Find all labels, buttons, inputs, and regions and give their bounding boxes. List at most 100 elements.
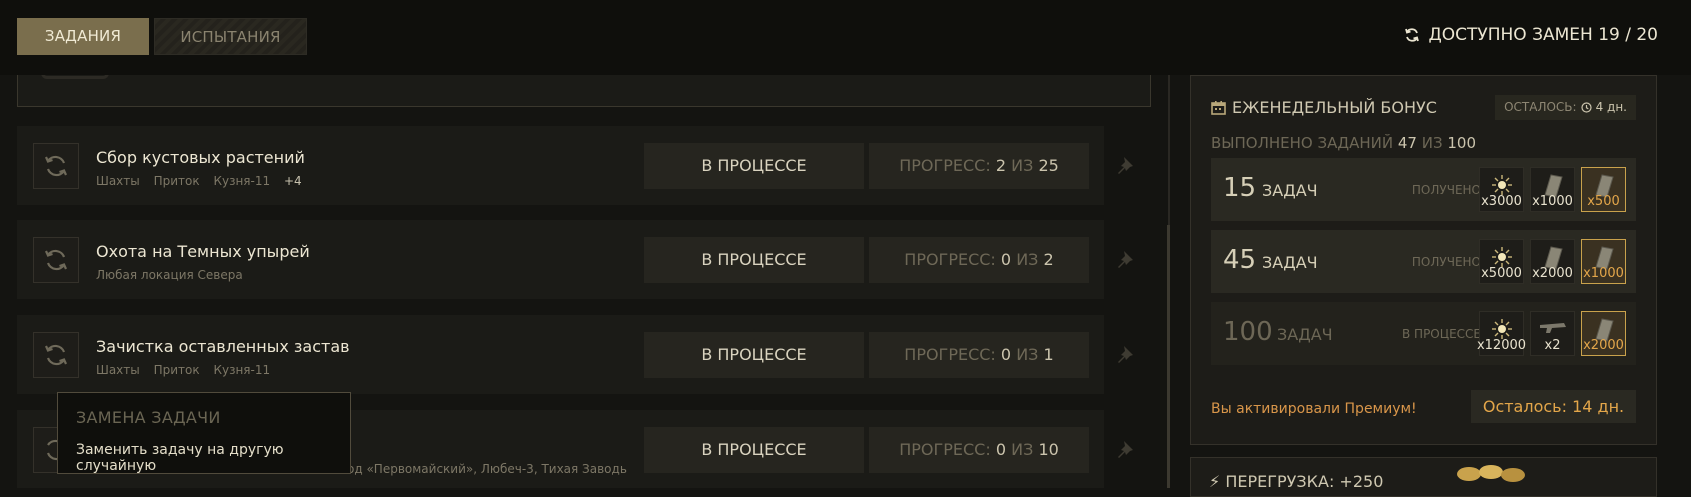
replace-task-button[interactable] (33, 237, 79, 283)
top-bar: ЗАДАНИЯ ИСПЫТАНИЯ ДОСТУПНО ЗАМЕН 19 / 20 (0, 0, 1691, 75)
list-item (17, 75, 1151, 107)
quest-progress: ПРОГРЕСС: 0 ИЗ 10 (869, 427, 1089, 473)
quest-card: Зачистка оставленных застав Шахты Приток… (17, 315, 1133, 394)
quest-card: Охота на Темных упырей Любая локация Сев… (17, 220, 1133, 299)
pin-icon[interactable] (1116, 439, 1138, 461)
refresh-icon (44, 249, 68, 271)
progress-label: ПРОГРЕСС: (899, 156, 991, 175)
replace-task-button[interactable] (33, 143, 79, 189)
reward-amount: x1000 (1583, 266, 1624, 281)
time-left-value: 4 дн. (1595, 100, 1627, 114)
progress-label: ПРОГРЕСС: (904, 345, 996, 364)
progress-of: ИЗ (1011, 440, 1034, 459)
tier-label: ЗАДАЧ (1262, 181, 1318, 200)
progress-label: ПРОГРЕСС: (899, 440, 991, 459)
completed-count: 47 (1397, 134, 1417, 152)
replace-task-button[interactable] (33, 332, 79, 378)
reward-amount: x12000 (1476, 338, 1527, 353)
weekly-bonus-label: ЕЖЕНЕДЕЛЬНЫЙ БОНУС (1232, 98, 1437, 117)
pin-icon[interactable] (1116, 155, 1138, 177)
reward-amount: x2000 (1532, 266, 1573, 281)
premium-time-left: Осталось: 14 дн. (1471, 390, 1636, 423)
progress-total: 1 (1043, 345, 1054, 364)
tooltip-title: ЗАМЕНА ЗАДАЧИ (76, 408, 221, 427)
location-tag: Кузня-11 (213, 174, 271, 188)
clock-icon (1580, 102, 1592, 113)
progress-of: ИЗ (1011, 156, 1034, 175)
tooltip: ЗАМЕНА ЗАДАЧИ Заменить задачу на другую … (57, 392, 351, 474)
location-tag: Любая локация Севера (96, 268, 243, 282)
progress-of: ИЗ (1016, 345, 1039, 364)
refresh-icon (44, 155, 68, 177)
pin-icon[interactable] (1116, 249, 1138, 271)
tier-state: В ПРОЦЕССЕ (1402, 327, 1481, 341)
quest-card: Сбор кустовых растений Шахты Приток Кузн… (17, 126, 1133, 205)
premium-status: Вы активировали Премиум! (1211, 401, 1417, 417)
gun-icon (1539, 323, 1566, 333)
quest-locations: Шахты Приток Кузня-11 (96, 363, 280, 377)
quest-progress: ПРОГРЕСС: 0 ИЗ 2 (869, 237, 1089, 283)
tier-count: 45 (1223, 245, 1257, 275)
reward-slot[interactable]: x2000 (1581, 311, 1626, 356)
scrollbar-thumb[interactable] (1167, 225, 1170, 488)
progress-current: 0 (1000, 250, 1012, 269)
quest-locations: Любая локация Севера (96, 268, 253, 282)
quest-locations: Шахты Приток Кузня-11 +4 (96, 174, 312, 188)
overload-text: ПЕРЕГРУЗКА: +250 (1225, 472, 1384, 491)
quest-status: В ПРОЦЕССЕ (644, 143, 864, 189)
location-tag: Кузня-11 (213, 363, 271, 377)
reward-slot[interactable]: x500 (1581, 167, 1626, 212)
completed-tasks: ВЫПОЛНЕНО ЗАДАНИЙ 47 ИЗ 100 (1211, 134, 1476, 152)
reward-slot[interactable]: x3000 (1479, 167, 1524, 212)
tooltip-text: Заменить задачу на другую случайную (76, 442, 284, 474)
lightning-icon: ⚡ (1209, 472, 1221, 491)
reward-slot[interactable]: x1000 (1530, 167, 1575, 212)
location-tag: Шахты (96, 174, 140, 188)
completed-total: 100 (1447, 134, 1477, 152)
tier-count: 15 (1223, 173, 1257, 203)
reward-slot[interactable]: x12000 (1477, 311, 1526, 356)
quest-status: В ПРОЦЕССЕ (644, 332, 864, 378)
overload-label: ⚡ ПЕРЕГРУЗКА: +250 (1209, 472, 1383, 491)
quest-locations: од «Первомайский», Любеч-3, Тихая Заводь (347, 462, 627, 476)
sun-orb-icon (1491, 247, 1512, 267)
bonus-tier: 15 ЗАДАЧ ПОЛУЧЕНО x3000 x1000 x500 (1211, 158, 1636, 221)
reward-amount: x2000 (1583, 338, 1624, 353)
reward-slot[interactable]: x5000 (1479, 239, 1524, 284)
tier-count: 100 (1223, 317, 1273, 347)
quest-progress: ПРОГРЕСС: 2 ИЗ 25 (869, 143, 1089, 189)
time-left-label: ОСТАЛОСЬ: (1504, 100, 1577, 114)
reward-slot[interactable]: x2 (1530, 311, 1575, 356)
location-tag: Приток (153, 174, 200, 188)
progress-total: 2 (1043, 250, 1054, 269)
location-tag: Приток (153, 363, 200, 377)
reward-amount: x3000 (1481, 194, 1522, 209)
progress-current: 2 (995, 156, 1007, 175)
progress-total: 25 (1038, 156, 1059, 175)
tier-state: ПОЛУЧЕНО (1411, 255, 1481, 269)
tier-label: ЗАДАЧ (1277, 325, 1333, 344)
weekly-bonus-title: ЕЖЕНЕДЕЛЬНЫЙ БОНУС (1211, 98, 1437, 117)
progress-current: 0 (995, 440, 1007, 459)
sun-orb-icon (1491, 319, 1512, 339)
refresh-icon (41, 75, 109, 79)
location-tag: Шахты (96, 363, 140, 377)
bonus-tier: 45 ЗАДАЧ ПОЛУЧЕНО x5000 x2000 x1000 (1211, 230, 1636, 293)
tier-label: ЗАДАЧ (1262, 253, 1318, 272)
quest-status: В ПРОЦЕССЕ (644, 427, 864, 473)
bonus-tier: 100 ЗАДАЧ В ПРОЦЕССЕ x12000 x2 x2000 (1211, 302, 1636, 365)
tab-tasks[interactable]: ЗАДАНИЯ (17, 18, 149, 55)
refresh-icon (1405, 28, 1420, 42)
tab-trials[interactable]: ИСПЫТАНИЯ (154, 18, 307, 55)
more-locations[interactable]: +4 (284, 174, 302, 188)
reward-slot[interactable]: x2000 (1530, 239, 1575, 284)
pin-icon[interactable] (1116, 344, 1138, 366)
completed-of: ИЗ (1421, 134, 1443, 152)
reward-amount: x5000 (1481, 266, 1522, 281)
completed-label: ВЫПОЛНЕНО ЗАДАНИЙ (1211, 134, 1394, 152)
progress-of: ИЗ (1016, 250, 1039, 269)
reward-slot[interactable]: x1000 (1581, 239, 1626, 284)
quest-progress: ПРОГРЕСС: 0 ИЗ 1 (869, 332, 1089, 378)
swaps-available: ДОСТУПНО ЗАМЕН 19 / 20 (1404, 25, 1658, 45)
weekly-bonus-panel: ЕЖЕНЕДЕЛЬНЫЙ БОНУС ОСТАЛОСЬ: 4 дн. ВЫПОЛ… (1190, 75, 1657, 445)
